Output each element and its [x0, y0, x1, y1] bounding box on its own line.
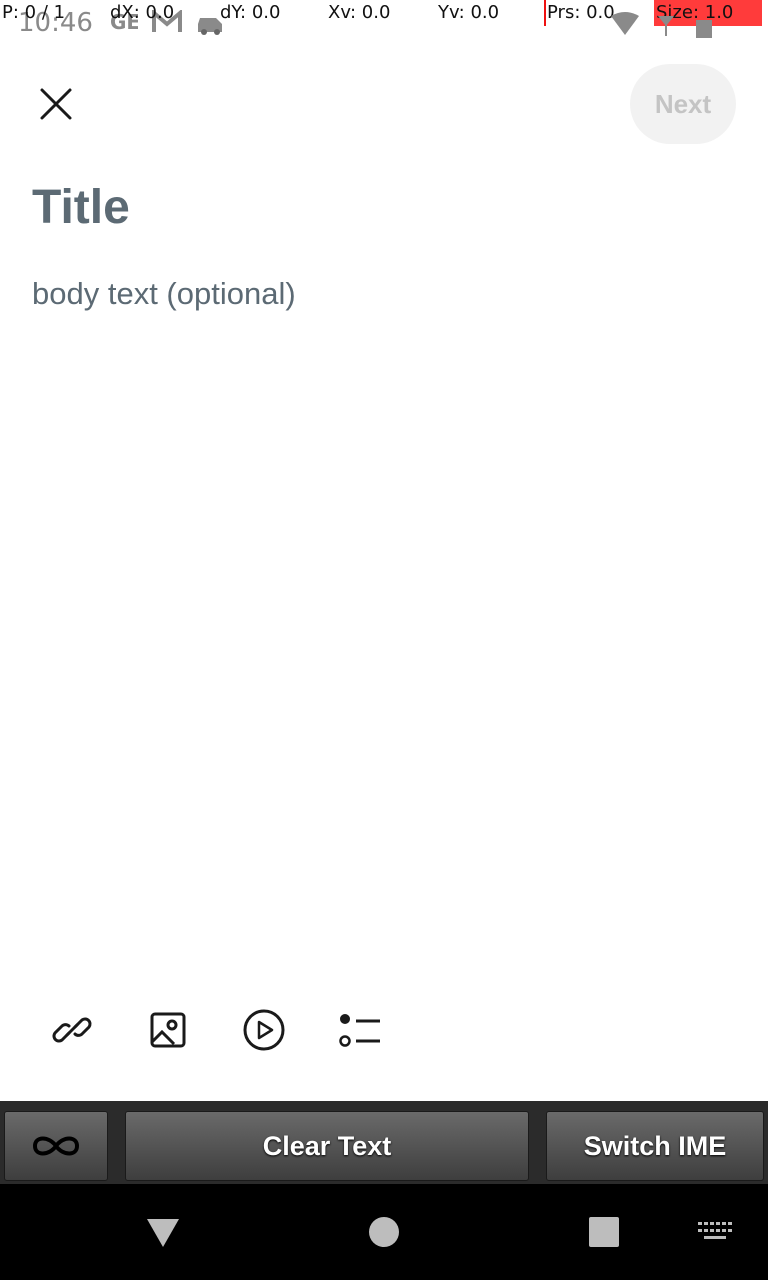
back-icon [147, 1219, 179, 1247]
video-icon [243, 1009, 285, 1051]
infinity-icon [32, 1136, 80, 1156]
keyboard-icon [698, 1222, 732, 1239]
insert-image-button[interactable] [144, 1006, 192, 1054]
insert-list-button[interactable] [336, 1006, 384, 1054]
overlay-pointer: P: 0 / 1 [2, 2, 66, 23]
home-button[interactable] [358, 1206, 410, 1258]
clear-text-button[interactable]: Clear Text [125, 1111, 529, 1181]
list-icon [339, 1014, 380, 1047]
title-input[interactable]: Title [32, 180, 130, 235]
next-button[interactable]: Next [630, 64, 736, 144]
close-button[interactable] [26, 74, 86, 134]
ime-toolbar: Clear Text Switch IME [0, 1101, 768, 1184]
overlay-dy: dY: 0.0 [220, 2, 281, 23]
status-bar: 10:46 GE P: 0 / 1 dX: 0.0 dY: 0.0 Xv: 0.… [0, 0, 768, 48]
battery-icon [696, 18, 712, 43]
recents-icon [589, 1217, 619, 1247]
image-icon [150, 1012, 186, 1048]
wifi-icon [610, 12, 640, 41]
back-button[interactable] [138, 1208, 188, 1258]
link-icon [52, 1017, 92, 1043]
signal-icon [656, 14, 676, 41]
navigation-bar [0, 1184, 768, 1280]
recents-button[interactable] [578, 1206, 630, 1258]
overlay-prs: Prs: 0.0 [547, 2, 615, 23]
home-icon [369, 1217, 399, 1247]
overlay-xv: Xv: 0.0 [328, 2, 391, 23]
close-icon [40, 88, 72, 120]
insert-video-button[interactable] [240, 1006, 288, 1054]
keyboard-button[interactable] [692, 1212, 738, 1252]
overlay-yv: Yv: 0.0 [438, 2, 500, 23]
body-text-input[interactable]: body text (optional) [32, 276, 296, 312]
overlay-prs-marker [544, 0, 546, 26]
overlay-dx: dX: 0.0 [110, 2, 175, 23]
insert-link-button[interactable] [48, 1006, 96, 1054]
switch-ime-button[interactable]: Switch IME [546, 1111, 764, 1181]
ime-mode-button[interactable] [4, 1111, 108, 1181]
